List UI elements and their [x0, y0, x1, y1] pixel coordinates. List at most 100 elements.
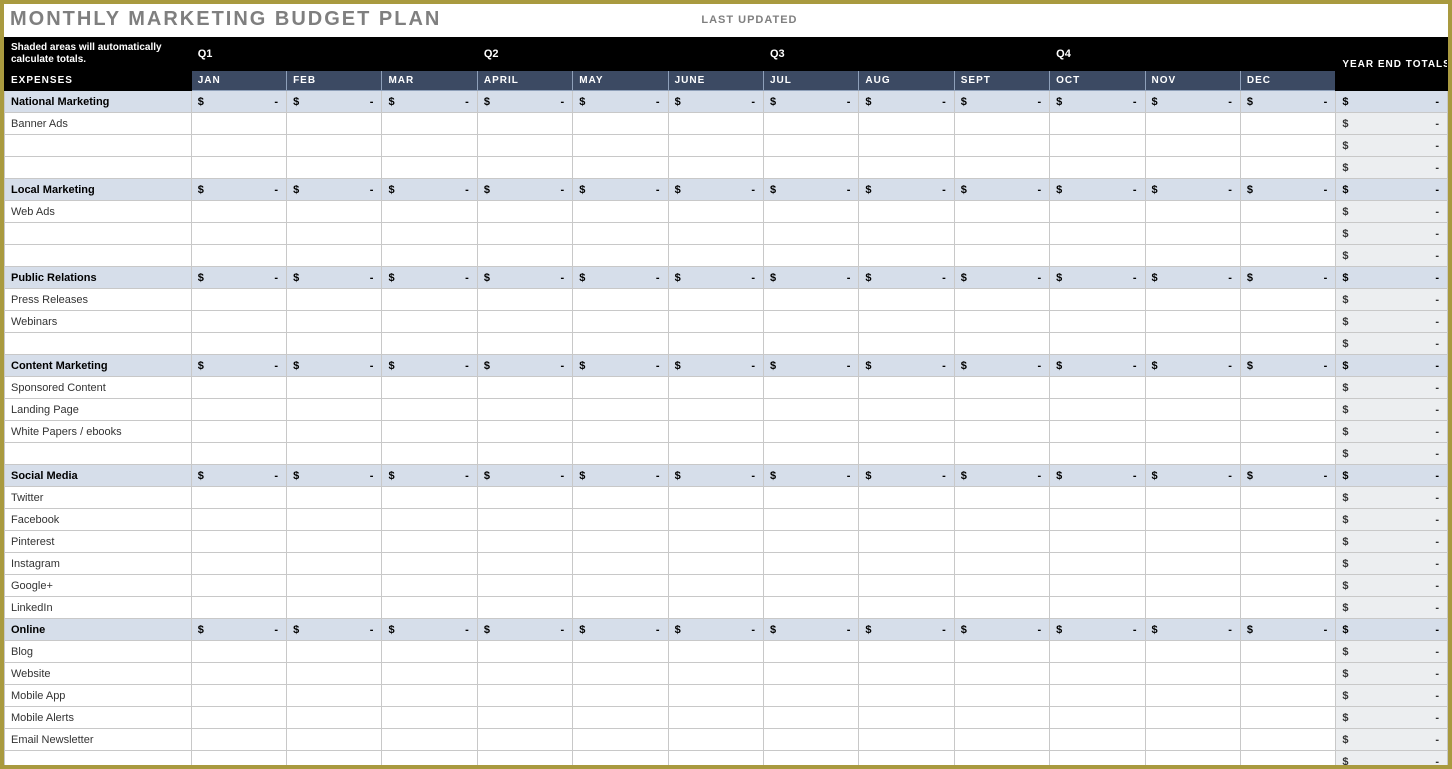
month-cell[interactable] [1145, 575, 1240, 597]
month-cell[interactable] [668, 223, 763, 245]
month-cell[interactable] [1240, 531, 1335, 553]
month-cell[interactable]: $- [1240, 267, 1335, 289]
month-cell[interactable] [287, 223, 382, 245]
month-cell[interactable] [764, 289, 859, 311]
month-cell[interactable] [573, 553, 668, 575]
month-cell[interactable] [954, 157, 1049, 179]
item-label[interactable]: Twitter [5, 487, 192, 509]
month-cell[interactable] [859, 223, 954, 245]
month-cell[interactable] [477, 751, 572, 769]
month-cell[interactable] [764, 135, 859, 157]
month-cell[interactable] [764, 399, 859, 421]
month-cell[interactable] [764, 223, 859, 245]
year-end-cell[interactable]: $- [1336, 685, 1448, 707]
month-cell[interactable]: $- [573, 267, 668, 289]
item-label[interactable]: Press Releases [5, 289, 192, 311]
month-cell[interactable] [573, 399, 668, 421]
month-cell[interactable] [287, 201, 382, 223]
month-cell[interactable] [287, 487, 382, 509]
month-cell[interactable] [954, 597, 1049, 619]
month-cell[interactable] [382, 707, 477, 729]
month-cell[interactable] [1145, 443, 1240, 465]
month-cell[interactable] [1050, 311, 1145, 333]
month-cell[interactable] [764, 157, 859, 179]
month-cell[interactable]: $- [954, 355, 1049, 377]
month-cell[interactable] [382, 289, 477, 311]
item-label[interactable]: Webinars [5, 311, 192, 333]
month-cell[interactable] [764, 729, 859, 751]
month-cell[interactable]: $- [668, 619, 763, 641]
month-cell[interactable] [1240, 135, 1335, 157]
month-cell[interactable] [382, 751, 477, 769]
month-cell[interactable] [859, 663, 954, 685]
month-cell[interactable] [954, 663, 1049, 685]
month-cell[interactable] [573, 135, 668, 157]
month-cell[interactable] [1145, 201, 1240, 223]
month-cell[interactable] [668, 245, 763, 267]
year-end-cell[interactable]: $- [1336, 91, 1448, 113]
month-cell[interactable]: $- [1145, 267, 1240, 289]
month-cell[interactable] [287, 245, 382, 267]
month-cell[interactable]: $- [477, 355, 572, 377]
month-cell[interactable] [1050, 443, 1145, 465]
month-cell[interactable] [573, 201, 668, 223]
month-cell[interactable] [382, 729, 477, 751]
month-cell[interactable] [668, 641, 763, 663]
month-cell[interactable] [1145, 751, 1240, 769]
month-cell[interactable] [382, 685, 477, 707]
item-label[interactable] [5, 443, 192, 465]
month-cell[interactable] [859, 707, 954, 729]
month-cell[interactable] [287, 399, 382, 421]
month-cell[interactable] [382, 311, 477, 333]
item-label[interactable]: Pinterest [5, 531, 192, 553]
item-label[interactable] [5, 157, 192, 179]
month-cell[interactable]: $- [191, 355, 286, 377]
year-end-cell[interactable]: $- [1336, 707, 1448, 729]
month-cell[interactable] [477, 553, 572, 575]
month-cell[interactable] [573, 157, 668, 179]
item-label[interactable] [5, 223, 192, 245]
month-cell[interactable] [954, 707, 1049, 729]
month-cell[interactable] [382, 399, 477, 421]
month-cell[interactable] [287, 157, 382, 179]
month-cell[interactable] [573, 443, 668, 465]
month-cell[interactable] [287, 707, 382, 729]
month-cell[interactable] [668, 729, 763, 751]
month-cell[interactable] [191, 509, 286, 531]
month-cell[interactable] [859, 641, 954, 663]
year-end-cell[interactable]: $- [1336, 729, 1448, 751]
month-cell[interactable] [191, 553, 286, 575]
month-cell[interactable] [287, 729, 382, 751]
month-cell[interactable]: $- [382, 619, 477, 641]
month-cell[interactable] [859, 157, 954, 179]
month-cell[interactable]: $- [764, 465, 859, 487]
month-cell[interactable] [859, 509, 954, 531]
month-cell[interactable] [1240, 597, 1335, 619]
month-cell[interactable] [287, 443, 382, 465]
month-cell[interactable] [668, 685, 763, 707]
item-label[interactable]: Google+ [5, 575, 192, 597]
month-cell[interactable] [954, 641, 1049, 663]
month-cell[interactable] [477, 487, 572, 509]
month-cell[interactable] [573, 245, 668, 267]
month-cell[interactable]: $- [191, 619, 286, 641]
month-cell[interactable] [573, 311, 668, 333]
month-cell[interactable]: $- [573, 465, 668, 487]
month-cell[interactable]: $- [1050, 91, 1145, 113]
month-cell[interactable] [1050, 135, 1145, 157]
month-cell[interactable] [859, 245, 954, 267]
month-cell[interactable] [1050, 641, 1145, 663]
month-cell[interactable]: $- [764, 179, 859, 201]
month-cell[interactable] [287, 421, 382, 443]
month-cell[interactable]: $- [859, 179, 954, 201]
month-cell[interactable] [287, 113, 382, 135]
month-cell[interactable] [1240, 685, 1335, 707]
month-cell[interactable] [859, 113, 954, 135]
month-cell[interactable] [954, 333, 1049, 355]
month-cell[interactable] [382, 157, 477, 179]
month-cell[interactable] [954, 751, 1049, 769]
month-cell[interactable] [1050, 707, 1145, 729]
month-cell[interactable] [859, 685, 954, 707]
month-cell[interactable] [668, 597, 763, 619]
month-cell[interactable] [764, 333, 859, 355]
